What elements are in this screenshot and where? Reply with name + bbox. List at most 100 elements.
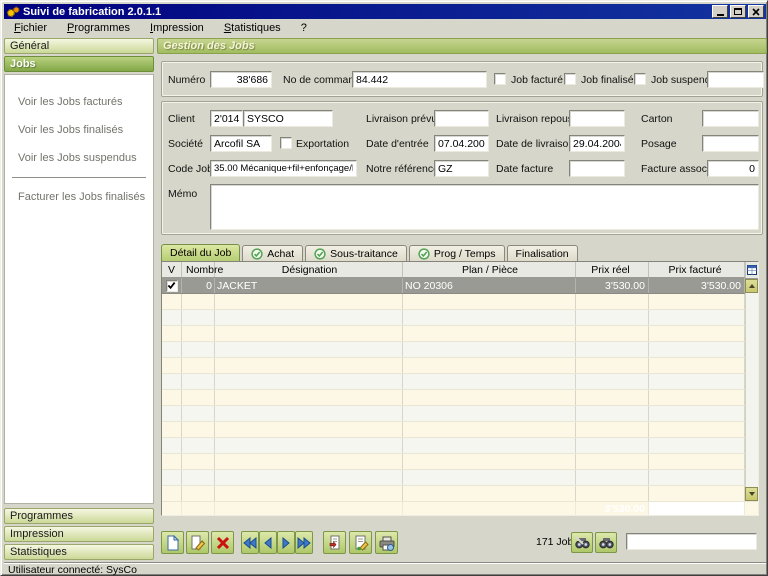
grid-scrollbar-track[interactable] [745, 293, 758, 487]
table-row-empty[interactable] [162, 390, 758, 406]
livraison-repoussee-field[interactable] [569, 110, 625, 127]
search-input[interactable] [626, 533, 757, 550]
cell-prix-reel: 3'530.00 [576, 278, 649, 293]
titlebar: Suivi de fabrication 2.0.1.1 [4, 4, 766, 19]
date-entree-field[interactable] [434, 135, 489, 152]
livraison-prevue-label: Livraison prévue [366, 113, 443, 125]
table-row-selected[interactable]: 0 JACKET NO 20306 3'530.00 3'530.00 [162, 278, 758, 294]
exportation-checkbox[interactable] [280, 137, 292, 149]
tab-label: Détail du Job [170, 247, 231, 259]
validate-job-button[interactable] [349, 531, 372, 554]
last-record-button[interactable] [295, 531, 313, 554]
tab-detail-du-job[interactable]: Détail du Job [161, 244, 240, 261]
search-button[interactable] [595, 532, 617, 553]
clear-search-button[interactable] [571, 532, 593, 553]
sidebar-section-programmes[interactable]: Programmes [4, 508, 154, 524]
col-header-prix-reel[interactable]: Prix réel [576, 262, 649, 277]
menu-programmes[interactable]: Programmes [57, 21, 140, 35]
sidebar-item-voir-jobs-factures[interactable]: Voir les Jobs facturés [5, 88, 153, 116]
first-record-button[interactable] [241, 531, 259, 554]
maximize-button[interactable] [730, 5, 746, 18]
notre-reference-label: Notre référence [366, 163, 439, 175]
table-row-empty[interactable] [162, 310, 758, 326]
col-header-designation[interactable]: Désignation [215, 262, 403, 277]
grid-options-icon [747, 265, 757, 275]
grid-scroll-down-button[interactable] [745, 487, 758, 501]
main-content: Gestion des Jobs Numéro No de commande J… [156, 37, 767, 561]
grid-header: V Nombre Désignation Plan / Pièce Prix r… [162, 262, 758, 278]
table-row-empty[interactable] [162, 422, 758, 438]
col-header-prix-facture[interactable]: Prix facturé [649, 262, 745, 277]
delete-job-button[interactable] [211, 531, 234, 554]
client-code-field[interactable] [210, 110, 243, 127]
sidebar-section-general[interactable]: Général [4, 38, 154, 54]
table-row-empty[interactable] [162, 406, 758, 422]
client-name-field[interactable] [243, 110, 333, 127]
commande-field[interactable] [352, 71, 487, 88]
memo-field[interactable] [210, 184, 759, 230]
sidebar-section-impression[interactable]: Impression [4, 526, 154, 542]
sidebar: Général Jobs Voir les Jobs facturés Voir… [4, 37, 154, 561]
table-row-empty[interactable] [162, 438, 758, 454]
sidebar-item-voir-jobs-finalises[interactable]: Voir les Jobs finalisés [5, 116, 153, 144]
export-job-button[interactable] [323, 531, 346, 554]
numero-field[interactable] [210, 71, 272, 88]
table-row-empty[interactable] [162, 358, 758, 374]
print-job-button[interactable] [375, 531, 398, 554]
sidebar-item-facturer-jobs-finalises[interactable]: Facturer les Jobs finalisés [5, 183, 153, 211]
exportation-label: Exportation [296, 138, 349, 150]
table-row-empty[interactable] [162, 342, 758, 358]
table-row-empty[interactable] [162, 326, 758, 342]
table-row-empty[interactable] [162, 470, 758, 486]
tab-sous-traitance[interactable]: Sous-traitance [305, 245, 407, 261]
col-header-plan-piece[interactable]: Plan / Pièce [403, 262, 576, 277]
codejob-field[interactable] [210, 160, 357, 177]
check-circle-icon [418, 248, 430, 260]
menu-fichier[interactable]: Fichier [4, 21, 57, 35]
prev-record-icon [263, 537, 273, 549]
grid-scroll-up-button[interactable] [745, 279, 758, 293]
table-row-empty[interactable] [162, 294, 758, 310]
tab-prog-temps[interactable]: Prog / Temps [409, 245, 505, 261]
job-finalise-checkbox[interactable] [564, 73, 576, 85]
notre-reference-field[interactable] [434, 160, 489, 177]
close-icon [752, 8, 760, 16]
societe-field[interactable] [210, 135, 272, 152]
table-row-empty[interactable] [162, 454, 758, 470]
sidebar-divider [12, 177, 146, 178]
tab-finalisation[interactable]: Finalisation [507, 245, 578, 261]
row-checkbox[interactable] [166, 280, 178, 292]
carton-field[interactable] [702, 110, 759, 127]
sidebar-item-voir-jobs-suspendus[interactable]: Voir les Jobs suspendus [5, 144, 153, 172]
status-text: Utilisateur connecté: SysCo [8, 564, 137, 576]
date-facture-field[interactable] [569, 160, 625, 177]
livraison-prevue-field[interactable] [434, 110, 489, 127]
menu-impression[interactable]: Impression [140, 21, 214, 35]
grid-options-button[interactable] [745, 262, 758, 278]
close-button[interactable] [748, 5, 764, 18]
table-row-empty[interactable] [162, 486, 758, 502]
maximize-icon [734, 8, 742, 15]
sidebar-section-statistiques[interactable]: Statistiques [4, 544, 154, 560]
sidebar-section-jobs[interactable]: Jobs [4, 56, 154, 72]
job-facture-checkbox[interactable] [494, 73, 506, 85]
cell-designation: JACKET [215, 278, 403, 293]
job-suspendu-checkbox[interactable] [634, 73, 646, 85]
col-header-nombre[interactable]: Nombre [182, 262, 215, 277]
next-record-button[interactable] [277, 531, 295, 554]
binoculars-icon [599, 536, 614, 549]
job-suspendu-field[interactable] [707, 71, 764, 88]
minimize-button[interactable] [712, 5, 728, 18]
new-job-button[interactable] [161, 531, 184, 554]
page-title: Gestion des Jobs [157, 38, 767, 54]
prev-record-button[interactable] [259, 531, 277, 554]
menu-statistiques[interactable]: Statistiques [214, 21, 291, 35]
edit-job-button[interactable] [186, 531, 209, 554]
date-livraison-field[interactable] [569, 135, 625, 152]
menu-help[interactable]: ? [291, 21, 317, 35]
tab-achat[interactable]: Achat [242, 245, 303, 261]
col-header-v[interactable]: V [162, 262, 182, 277]
table-row-empty[interactable] [162, 374, 758, 390]
facture-associee-field[interactable] [707, 160, 759, 177]
posage-field[interactable] [702, 135, 759, 152]
